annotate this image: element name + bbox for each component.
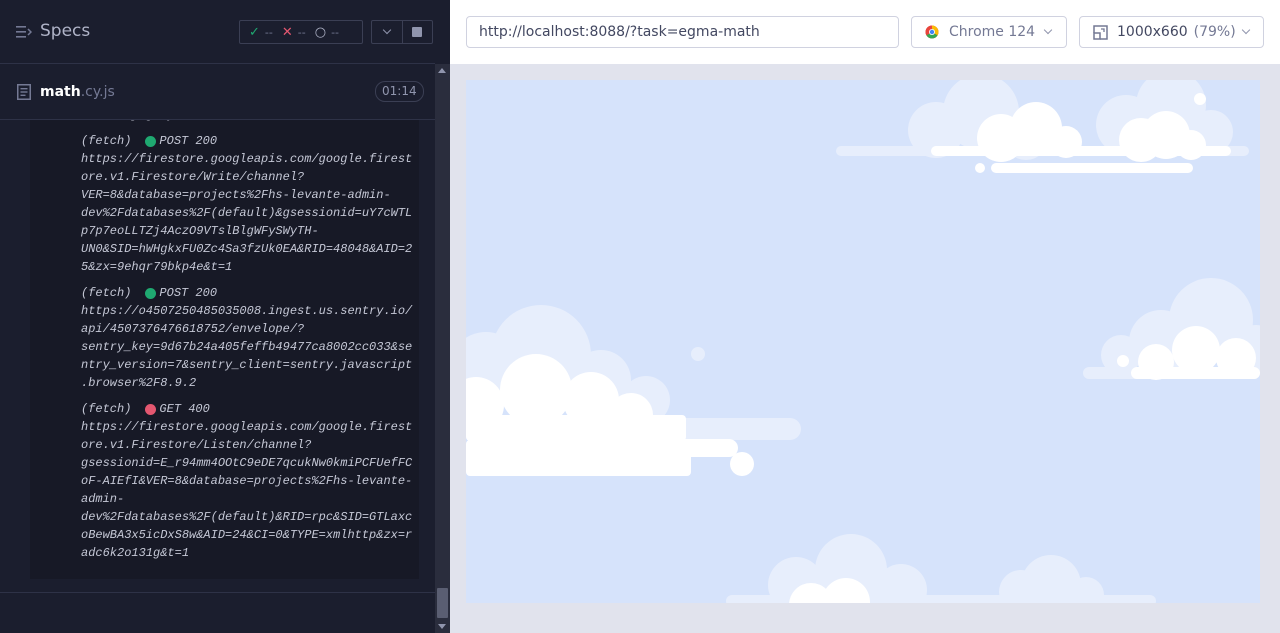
log-entry[interactable]: (fetch) GET 400 https://firestore.googleap…: [30, 400, 419, 562]
log-gap: [30, 276, 419, 284]
log-entry-url-line: ntry_version=7&sentry_client=sentry.java…: [81, 358, 413, 372]
reporter-panel: Specs ✓ -- ✕ -- ○ -- math.cy.js 01:14 (f…: [0, 0, 450, 633]
chevron-down-icon: [382, 25, 392, 35]
scroll-thumb[interactable]: [437, 588, 448, 618]
command-log-scrollbar[interactable]: [435, 64, 450, 633]
log-entry-status: POST 200: [159, 134, 218, 148]
spec-file-name: math.cy.js: [40, 84, 115, 100]
aut-panel: http://localhost:8088/?task=egma-math Ch…: [450, 0, 1280, 633]
viewport-scale: (79%): [1193, 24, 1236, 40]
log-entry-header: (fetch) GET 400: [30, 400, 419, 418]
document-icon: [17, 84, 31, 100]
log-entry-url-line: oF-AIEfI&VER=8&database=projects%2Fhs-le…: [81, 474, 413, 488]
scroll-up-arrow-icon[interactable]: [438, 68, 446, 73]
specs-menu-icon[interactable]: [16, 25, 32, 39]
log-entry-url-line: p7p7eoLLTZj4AczO9VTslBlgWFySWyTH-: [81, 224, 319, 238]
pending-stat: ○ --: [315, 25, 339, 40]
failed-count: --: [297, 25, 306, 39]
chevron-down-icon: [1043, 25, 1053, 35]
log-entry-type: (fetch): [81, 402, 132, 416]
log-entry-url-line: UN0&SID=hWHgkxFU0Zc4Sa3fzUk0EA&RID=48048…: [81, 242, 413, 256]
viewport-size-icon: [1093, 25, 1108, 40]
reporter-footer: [0, 592, 435, 633]
pending-count: --: [331, 25, 340, 39]
viewport-size: 1000x660 (79%): [1117, 17, 1236, 47]
log-entry-type: (fetch): [81, 286, 132, 300]
status-dot-icon: [145, 135, 157, 147]
log-entry-status: GET 400: [159, 402, 210, 416]
passed-count: --: [264, 25, 273, 39]
log-entry[interactable]: (fetch) POST 200 https://firestore.googlea…: [30, 132, 419, 276]
log-entry-header: (fetch) POST 200: [30, 132, 419, 150]
sky-background: [466, 80, 1260, 603]
aut-toolbar: http://localhost:8088/?task=egma-math Ch…: [450, 0, 1280, 64]
stop-icon: [412, 27, 423, 37]
log-entry[interactable]: (fetch) POST 200 https://o4507250485035008…: [30, 284, 419, 392]
expand-button[interactable]: [372, 21, 402, 43]
log-entry-url-line: oBewBA3x5icDxS8w&AID=24&CI=0&TYPE=xmlhtt…: [81, 528, 413, 542]
application-frame[interactable]: [466, 80, 1260, 603]
log-entry-url-line: .browser%2F8.9.2: [81, 376, 197, 390]
chevron-down-icon: [1241, 25, 1251, 35]
spinner-icon: ○: [314, 24, 327, 40]
log-entry-url-line: adc6k2o131g&t=1: [81, 546, 190, 560]
spec-name: math: [40, 84, 81, 100]
log-entry-url-line: gsessionid=E_r94mm4OOtC9eDE7qcukNw0kmiPC…: [81, 456, 413, 470]
browser-selector[interactable]: Chrome 124: [911, 16, 1067, 48]
chrome-icon: [925, 25, 939, 39]
check-icon: ✓: [249, 24, 260, 40]
log-gap: [30, 392, 419, 400]
viewport-selector[interactable]: 1000x660 (79%): [1079, 16, 1264, 48]
viewport-dimensions: 1000x660: [1117, 24, 1188, 40]
log-entry-status: POST 200: [159, 286, 218, 300]
spec-file-row[interactable]: math.cy.js 01:14: [0, 65, 435, 120]
specs-title[interactable]: Specs: [40, 21, 90, 41]
spec-duration: 01:14: [375, 81, 424, 102]
log-entry-url-line: https://o4507250485035008.ingest.us.sent…: [81, 304, 413, 318]
x-icon: ✕: [281, 24, 293, 40]
log-entry-url-line: dev%2Fdatabases%2F(default)&gsessionid=u…: [81, 206, 413, 220]
log-entry-url-line: ore.v1.Firestore/Write/channel?: [81, 170, 305, 184]
log-entry-url-line: VER=8&database=projects%2Fhs-levante-adm…: [81, 188, 391, 202]
log-entry-url-line: ore.v1.Firestore/Listen/channel?: [81, 438, 312, 452]
log-entry-type: (fetch): [81, 134, 132, 148]
status-dot-icon: [145, 287, 157, 299]
log-entry-url-line: https://firestore.googleapis.com/google.…: [81, 152, 413, 166]
passed-stat: ✓ --: [249, 25, 273, 40]
failed-stat: ✕ --: [282, 25, 306, 40]
spec-ext: .cy.js: [80, 84, 115, 100]
command-log: 4&zx=89j6gh5y4rzx&t=1(fetch)POST 200http…: [30, 120, 419, 579]
stop-button[interactable]: [401, 21, 432, 43]
test-stats: ✓ -- ✕ -- ○ --: [239, 20, 363, 44]
log-entry-url-line: https://firestore.googleapis.com/google.…: [81, 420, 413, 434]
scroll-down-arrow-icon[interactable]: [438, 624, 446, 629]
command-log-list: 4&zx=89j6gh5y4rzx&t=1(fetch)POST 200http…: [30, 120, 419, 562]
header-controls: [371, 20, 433, 44]
log-entry-url-line: sentry_key=9d67b24a405feffb49477ca8002cc…: [81, 340, 413, 354]
status-dot-icon: [145, 403, 157, 415]
log-entry-header: (fetch) POST 200: [30, 284, 419, 302]
url-field[interactable]: http://localhost:8088/?task=egma-math: [466, 16, 899, 48]
log-entry-url-line: 5&zx=9ehqr79bkp4e&t=1: [81, 260, 233, 274]
log-gap: [30, 124, 419, 132]
specs-header: Specs ✓ -- ✕ -- ○ --: [0, 0, 435, 64]
browser-name: Chrome 124: [949, 24, 1036, 40]
log-entry-url-line: api/4507376476618752/envelope/?: [81, 322, 305, 336]
log-entry-url-line: admin-: [81, 492, 125, 506]
log-entry-url-line: dev%2Fdatabases%2F(default)&RID=rpc&SID=…: [81, 510, 413, 524]
